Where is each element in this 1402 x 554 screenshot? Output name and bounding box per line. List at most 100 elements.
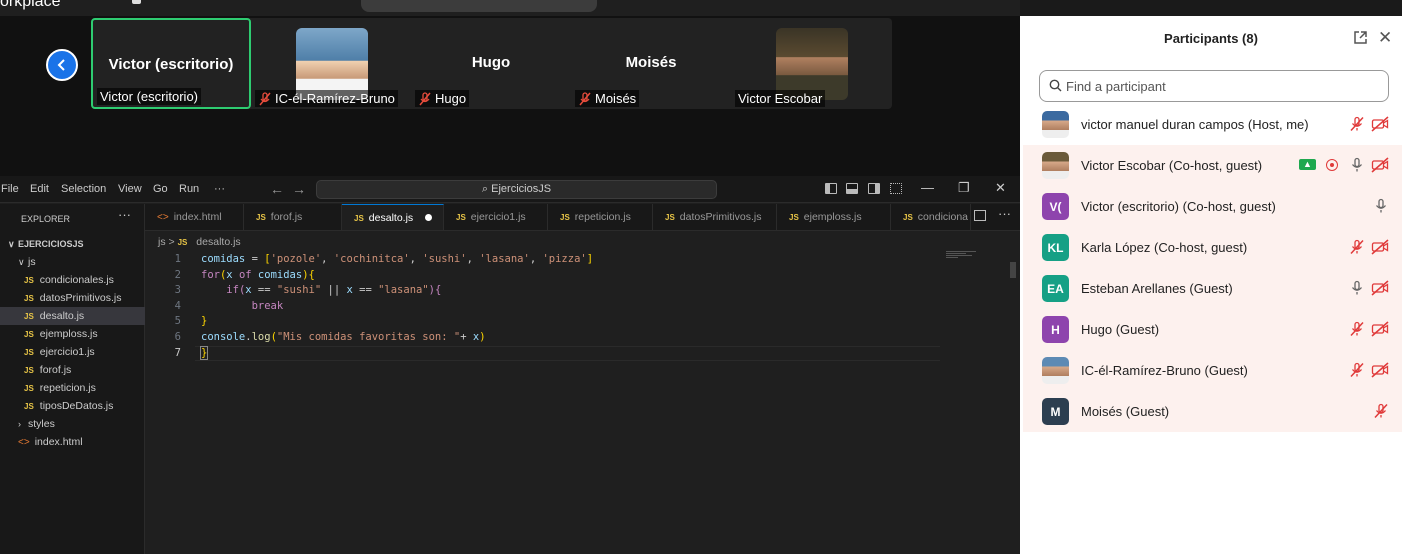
search-input[interactable] xyxy=(1066,77,1376,95)
participant-row[interactable]: IC-él-Ramírez-Bruno (Guest) xyxy=(1023,350,1402,391)
chevron-down-icon: ∨ xyxy=(8,239,15,249)
avatar-initials: H xyxy=(1051,322,1060,337)
participant-row[interactable]: victor manuel duran campos (Host, me) xyxy=(1023,104,1402,145)
command-center-label: EjerciciosJS xyxy=(491,183,552,195)
current-line-highlight xyxy=(195,345,940,362)
video-off-icon[interactable] xyxy=(1371,239,1389,260)
tab-forof-js[interactable]: JS forof.js xyxy=(244,204,342,230)
tree-file[interactable]: JS datosPrimitivos.js xyxy=(0,289,145,307)
tree-folder-js[interactable]: ∨ js xyxy=(0,253,145,271)
editor-tabs: <> index.html JS forof.js JS desalto.js JS e… xyxy=(145,204,1020,231)
share-screen-icon[interactable]: ▲ xyxy=(1299,159,1316,170)
tree-file[interactable]: JS ejemploss.js xyxy=(0,325,145,343)
participant-name: victor manuel duran campos (Host, me) xyxy=(1081,117,1309,132)
minimize-icon[interactable]: — xyxy=(921,180,934,195)
tree-file[interactable]: JS forof.js xyxy=(0,361,145,379)
video-off-icon[interactable] xyxy=(1371,157,1389,178)
tree-file[interactable]: JS condicionales.js xyxy=(0,271,145,289)
tree-file[interactable]: JS ejercicio1.js xyxy=(0,343,145,361)
menu-view[interactable]: View xyxy=(118,183,142,195)
pop-out-icon[interactable] xyxy=(1353,30,1368,45)
tab-ejercicio1-js[interactable]: JS ejercicio1.js xyxy=(444,204,548,230)
js-file-icon: JS xyxy=(24,276,34,285)
tree-file-selected[interactable]: JS desalto.js xyxy=(0,307,145,325)
toggle-secondary-sidebar-icon[interactable] xyxy=(868,183,880,194)
tab-index-html[interactable]: <> index.html xyxy=(145,204,244,230)
menu-go[interactable]: Go xyxy=(153,183,168,195)
mic-muted-icon[interactable] xyxy=(1349,362,1365,383)
top-bar: orkplace xyxy=(0,0,1020,16)
chevron-down-icon: ∨ xyxy=(18,257,25,267)
menu-more[interactable]: ··· xyxy=(214,183,225,195)
mic-muted-icon[interactable] xyxy=(1349,116,1365,137)
avatar-initials: M xyxy=(1050,404,1061,419)
breadcrumb-separator: > xyxy=(168,236,175,248)
tree-root-folder[interactable]: ∨ EJERCICIOSJS xyxy=(0,235,145,253)
tree-folder-styles[interactable]: › styles xyxy=(0,415,145,433)
mic-muted-icon[interactable] xyxy=(1373,403,1389,424)
tile-name-label: Moisés xyxy=(575,90,640,107)
participant-row[interactable]: H Hugo (Guest) xyxy=(1023,309,1402,350)
menu-file[interactable]: File xyxy=(1,183,19,195)
split-editor-icon[interactable] xyxy=(974,210,986,221)
toggle-sidebar-icon[interactable] xyxy=(825,183,837,194)
tree-label: ejercicio1.js xyxy=(39,346,95,358)
video-tile[interactable]: Hugo Hugo xyxy=(411,18,571,109)
menu-selection[interactable]: Selection xyxy=(61,183,106,195)
more-actions-icon[interactable]: ··· xyxy=(998,206,1011,221)
video-off-icon[interactable] xyxy=(1371,362,1389,383)
back-arrow-icon[interactable]: ← xyxy=(270,181,284,197)
video-off-icon[interactable] xyxy=(1371,280,1389,301)
toggle-panel-icon[interactable] xyxy=(846,183,858,194)
tab-desalto-js[interactable]: JS desalto.js xyxy=(342,204,444,230)
video-tile[interactable]: Moisés Moisés xyxy=(571,18,731,109)
command-center[interactable]: ⌕ EjerciciosJS xyxy=(316,180,717,199)
minimap[interactable] xyxy=(946,250,986,260)
toolbar-icon[interactable] xyxy=(132,0,141,4)
participant-name: Hugo (Guest) xyxy=(1081,322,1160,337)
mic-icon[interactable] xyxy=(1349,280,1365,301)
mic-muted-icon[interactable] xyxy=(1349,239,1365,260)
participant-row[interactable]: M Moisés (Guest) xyxy=(1023,391,1402,432)
video-off-icon[interactable] xyxy=(1371,321,1389,342)
tree-label: forof.js xyxy=(39,364,72,376)
close-icon[interactable]: ✕ xyxy=(1378,29,1392,46)
explorer-more-button[interactable]: ··· xyxy=(118,207,131,222)
code-line: } xyxy=(199,345,209,360)
tree-label: EJERCICIOSJS xyxy=(18,239,84,249)
mic-icon[interactable] xyxy=(1349,157,1365,178)
unsaved-dot-icon[interactable] xyxy=(425,214,433,221)
close-window-icon[interactable]: ✕ xyxy=(995,180,1006,196)
participant-row[interactable]: Victor Escobar (Co-host, guest) ▲ xyxy=(1023,145,1402,186)
menu-edit[interactable]: Edit xyxy=(30,183,49,195)
restore-icon[interactable]: ❐ xyxy=(958,180,970,196)
video-tile[interactable]: IC-él-Ramírez-Bruno xyxy=(251,18,411,109)
mic-icon[interactable] xyxy=(1373,198,1389,219)
participant-row[interactable]: EA Esteban Arellanes (Guest) xyxy=(1023,268,1402,309)
tab-datosprimitivos-js[interactable]: JS datosPrimitivos.js xyxy=(653,204,777,230)
participant-row[interactable]: V(Victor (escritorio) (Co-host, guest) xyxy=(1023,186,1402,227)
menu-run[interactable]: Run xyxy=(179,183,199,195)
video-off-icon[interactable] xyxy=(1371,116,1389,137)
tab-repeticion-js[interactable]: JS repeticion.js xyxy=(548,204,653,230)
video-tile[interactable]: Victor (escritorio) Victor (escritorio) xyxy=(91,18,251,109)
forward-arrow-icon[interactable]: → xyxy=(292,181,306,197)
search-icon xyxy=(1049,79,1062,92)
breadcrumb-folder[interactable]: js xyxy=(158,236,166,248)
participant-search xyxy=(1039,70,1389,102)
editor-scrollbar[interactable] xyxy=(1010,262,1016,278)
tree-file[interactable]: <> index.html xyxy=(0,433,145,451)
breadcrumb-file[interactable]: desalto.js xyxy=(196,236,240,248)
tab-ejemploss-js[interactable]: JS ejemploss.js xyxy=(777,204,891,230)
record-icon[interactable] xyxy=(1326,159,1338,171)
customize-layout-icon[interactable] xyxy=(890,183,902,194)
participant-row[interactable]: KL Karla López (Co-host, guest) xyxy=(1023,227,1402,268)
tab-condicionales-js[interactable]: JS condiciona xyxy=(891,204,971,230)
video-tile[interactable]: Victor Escobar xyxy=(731,18,891,109)
mic-muted-icon[interactable] xyxy=(1349,321,1365,342)
tree-file[interactable]: JS tiposDeDatos.js xyxy=(0,397,145,415)
topbar-search[interactable] xyxy=(361,0,597,12)
previous-page-button[interactable] xyxy=(46,49,78,81)
tree-file[interactable]: JS repeticion.js xyxy=(0,379,145,397)
code-editor[interactable]: 1 2 3 4 5 6 7 comidas = ['pozole', 'coch… xyxy=(145,252,1005,542)
